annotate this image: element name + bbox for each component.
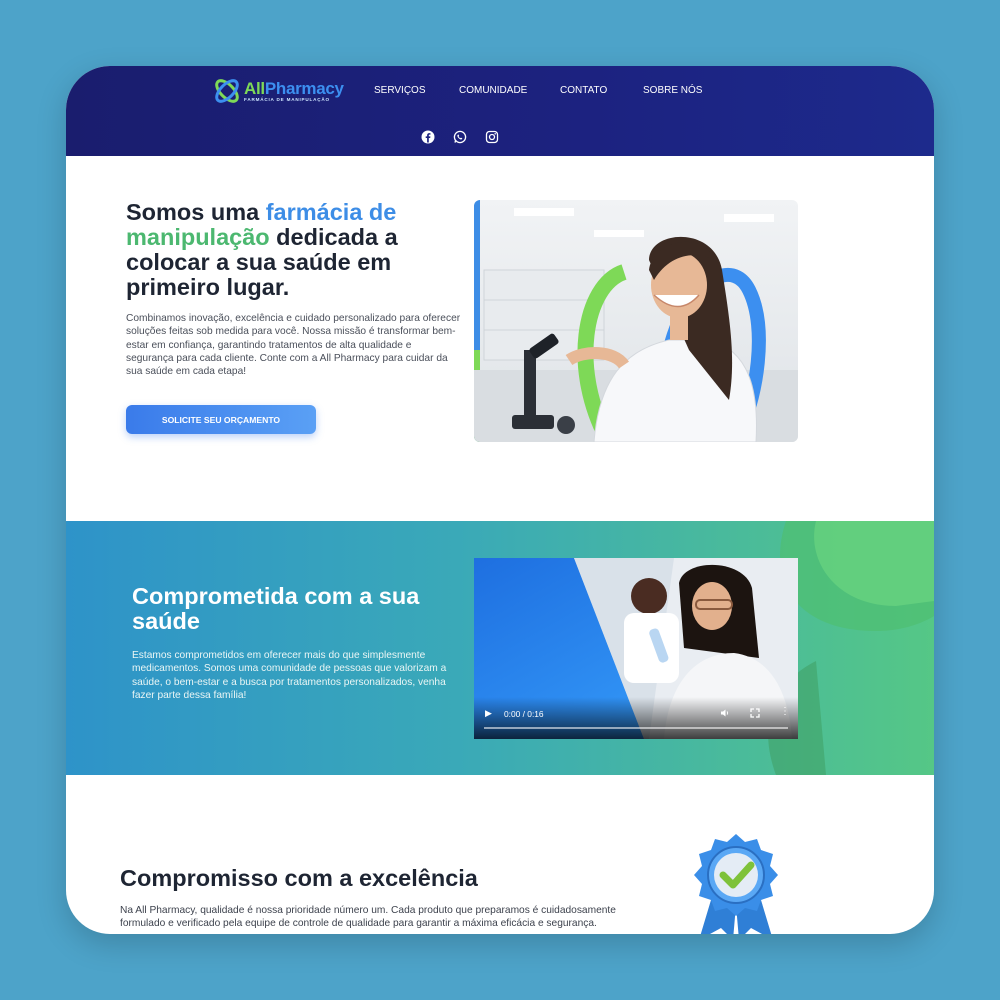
logo-mark-icon: [215, 79, 239, 103]
instagram-icon[interactable]: [485, 130, 499, 144]
facebook-icon[interactable]: [421, 130, 435, 144]
video-progress-bar[interactable]: [484, 727, 788, 729]
pharmacist-image: [474, 200, 798, 442]
brand-logo[interactable]: AllPharmacy FARMÁCIA DE MANIPULAÇÃO: [212, 74, 344, 108]
video-player[interactable]: ▶ 0:00 / 0:16 ⋮: [474, 558, 798, 739]
commitment-description: Estamos comprometidos em oferecer mais d…: [132, 650, 447, 702]
excellence-title: Compromisso com a excelência: [120, 865, 478, 891]
more-options-icon[interactable]: ⋮: [780, 706, 790, 717]
hero-title: Somos uma farmácia de manipulação dedicad…: [126, 199, 398, 300]
social-links: [421, 130, 499, 144]
excellence-description: Na All Pharmacy, qualidade é nossa prior…: [120, 905, 616, 930]
play-icon[interactable]: ▶: [485, 708, 492, 719]
fullscreen-icon[interactable]: [750, 708, 760, 718]
commitment-title: Comprometida com a sua saúde: [132, 583, 420, 634]
nav-item-servicos[interactable]: SERVIÇOS: [374, 85, 426, 96]
hero-description: Combinamos inovação, excelência e cuidad…: [126, 313, 461, 378]
nav-item-contato[interactable]: CONTATO: [560, 85, 607, 96]
nav-item-comunidade[interactable]: COMUNIDADE: [459, 85, 527, 96]
page-frame: AllPharmacy FARMÁCIA DE MANIPULAÇÃO SERV…: [66, 66, 934, 934]
video-time: 0:00 / 0:16: [504, 709, 544, 719]
quality-badge-icon: [694, 834, 778, 934]
brand-name: AllPharmacy: [244, 78, 344, 98]
volume-icon[interactable]: [720, 708, 730, 718]
request-quote-button[interactable]: SOLICITE SEU ORÇAMENTO: [126, 405, 316, 434]
whatsapp-icon[interactable]: [453, 130, 467, 144]
hero-image-pharmacist: [474, 200, 798, 442]
video-controls: ▶ 0:00 / 0:16 ⋮: [474, 697, 798, 739]
brand-tagline: FARMÁCIA DE MANIPULAÇÃO: [244, 96, 330, 102]
commitment-section: Comprometida com a sua saúde Estamos com…: [66, 521, 934, 775]
site-header: AllPharmacy FARMÁCIA DE MANIPULAÇÃO SERV…: [66, 66, 934, 156]
nav-item-sobre-nos[interactable]: SOBRE NÓS: [643, 85, 702, 96]
